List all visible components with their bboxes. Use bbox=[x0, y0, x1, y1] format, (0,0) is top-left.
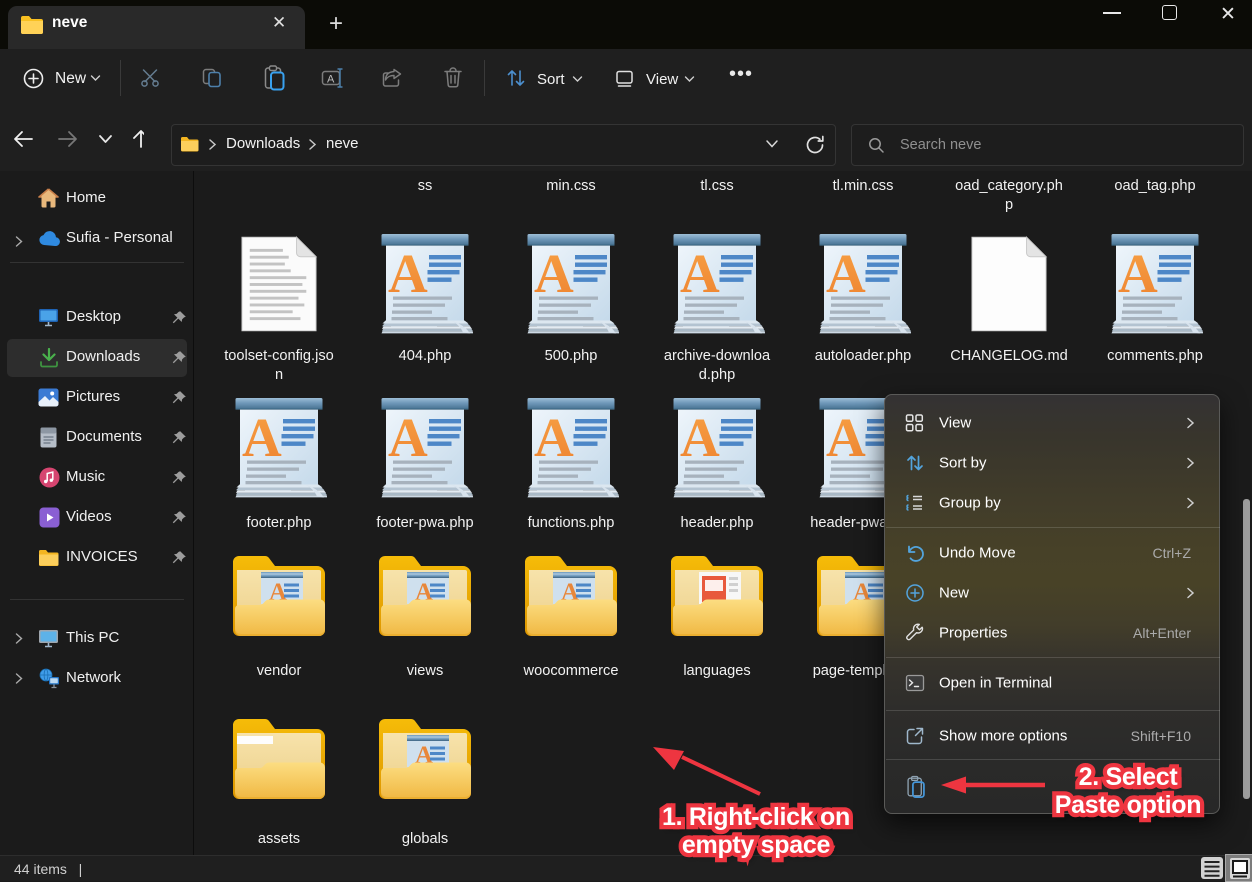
svg-text:A: A bbox=[327, 74, 335, 86]
